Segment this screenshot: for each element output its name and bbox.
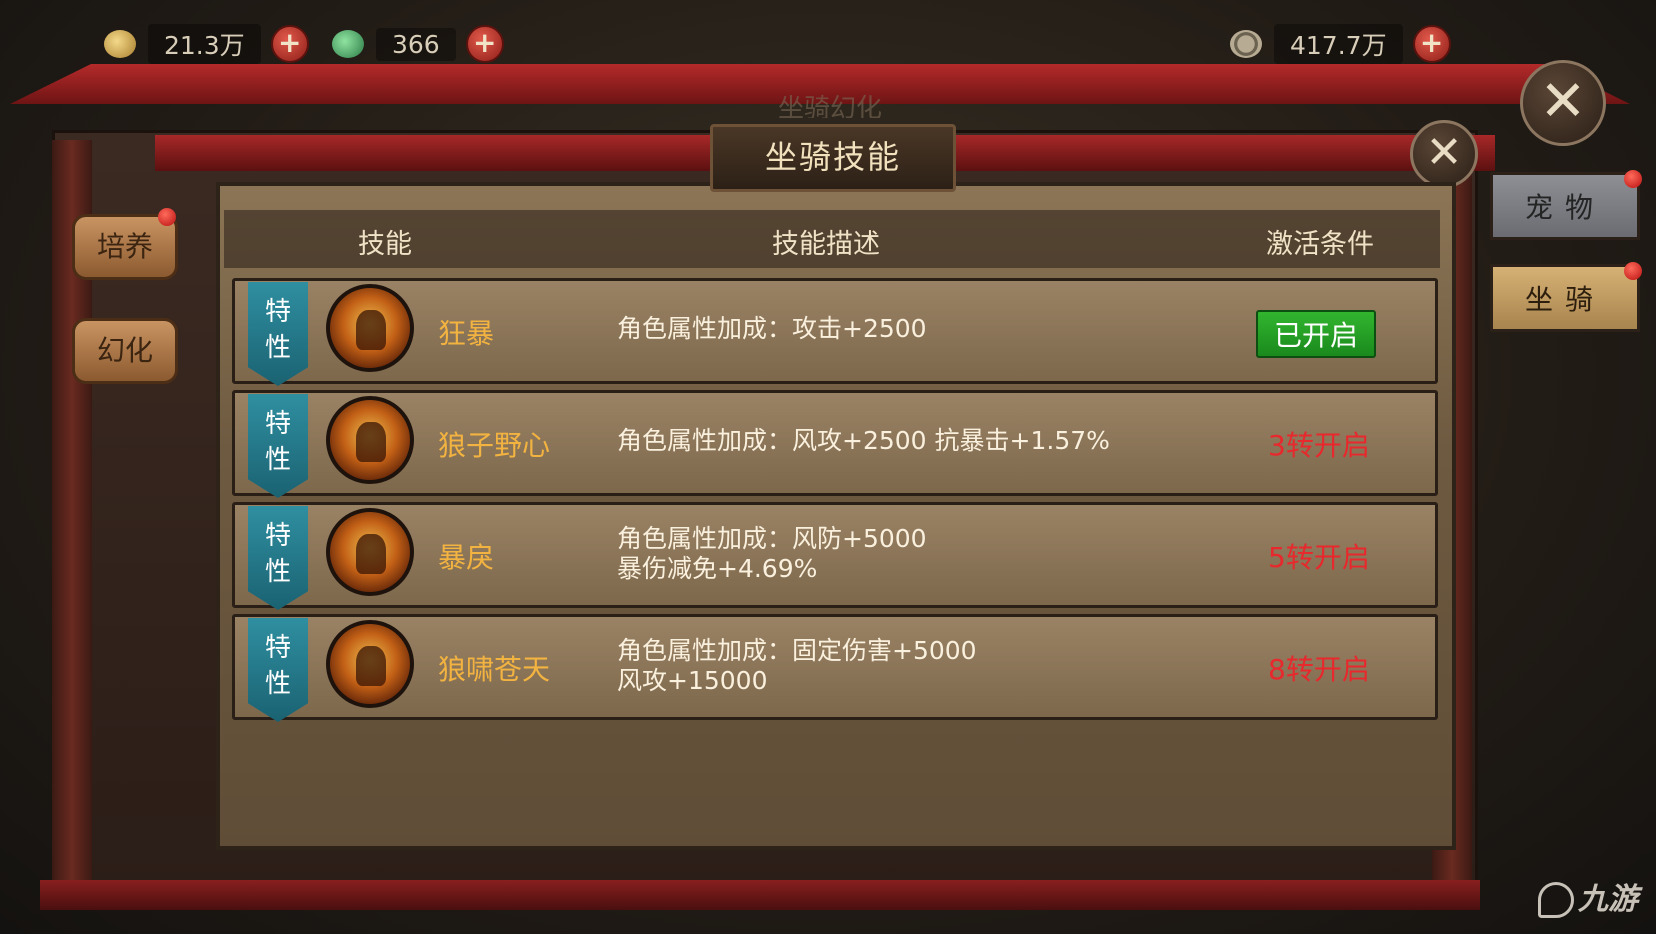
- header-skill: 技能: [358, 229, 412, 260]
- status-active-badge: 已开启: [1256, 310, 1377, 358]
- roaring-beast-icon[interactable]: [326, 284, 414, 372]
- jade-value: 366: [376, 27, 456, 61]
- skill-name: 狼子野心: [438, 429, 551, 462]
- gold-value: 21.3万: [148, 24, 261, 64]
- header-description: 技能描述: [772, 229, 880, 260]
- tab-mount[interactable]: 坐骑: [1490, 264, 1640, 332]
- trait-badge: 特性: [248, 618, 308, 722]
- skill-name: 暴戾: [438, 541, 495, 574]
- unlock-condition: 3转开启: [1268, 429, 1370, 462]
- notification-dot: [1624, 170, 1642, 188]
- bottom-beam: [40, 880, 1480, 910]
- notification-dot: [158, 208, 176, 226]
- close-dialog-button[interactable]: ✕: [1410, 120, 1478, 188]
- background-title: 坐骑幻化: [777, 94, 882, 118]
- unlock-condition: 8转开启: [1268, 653, 1370, 686]
- jade-icon: [332, 30, 364, 58]
- tab-pet[interactable]: 宠物: [1490, 172, 1640, 240]
- resource-jade: 366 +: [332, 24, 504, 64]
- trait-badge: 特性: [248, 394, 308, 498]
- lion-head-icon[interactable]: [326, 508, 414, 596]
- trait-badge: 特性: [248, 282, 308, 386]
- coin-value: 417.7万: [1274, 24, 1403, 64]
- skill-description: 角色属性加成：固定伤害+5000 风攻+15000: [617, 636, 977, 695]
- skill-name: 狼啸苍天: [438, 653, 551, 686]
- resource-gold: 21.3万 +: [104, 24, 309, 64]
- skill-description: 角色属性加成：风攻+2500 抗暴击+1.57%: [617, 426, 1110, 455]
- trait-badge: 特性: [248, 506, 308, 610]
- unlock-condition: 5转开启: [1268, 541, 1370, 574]
- tab-transform[interactable]: 幻化: [72, 318, 178, 384]
- add-gold-button[interactable]: +: [270, 25, 309, 63]
- add-jade-button[interactable]: +: [465, 25, 504, 63]
- resource-bar: 21.3万 + 366 + 417.7万 +: [0, 18, 1656, 72]
- header-condition: 激活条件: [1266, 229, 1374, 260]
- add-coin-button[interactable]: +: [1412, 25, 1451, 63]
- skill-description: 角色属性加成：攻击+2500: [617, 314, 927, 343]
- flame-warrior-icon[interactable]: [326, 396, 414, 484]
- howling-wolf-icon[interactable]: [326, 620, 414, 708]
- coin-icon: [1230, 30, 1262, 58]
- notification-dot: [1624, 262, 1642, 280]
- skill-description: 角色属性加成：风防+5000 暴伤减免+4.69%: [617, 524, 927, 583]
- dialog-title: 坐骑技能: [710, 124, 956, 192]
- skill-name: 狂暴: [438, 317, 495, 350]
- watermark-logo-icon: [1538, 882, 1574, 918]
- gold-ingot-icon: [104, 30, 136, 58]
- close-screen-button[interactable]: ✕: [1520, 60, 1606, 146]
- watermark: 九游: [1538, 874, 1638, 918]
- resource-coin: 417.7万 +: [1230, 24, 1451, 64]
